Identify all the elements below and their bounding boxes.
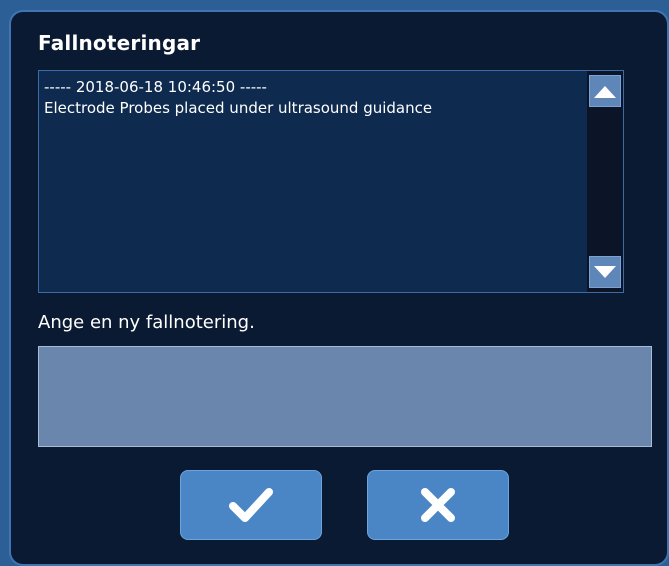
case-notes-dialog: Fallnoteringar ----- 2018-06-18 10:46:50… [9, 10, 669, 566]
notes-scrollbar[interactable] [587, 71, 623, 292]
notes-history-text: ----- 2018-06-18 10:46:50 ----- Electrod… [44, 77, 583, 119]
scroll-down-button[interactable] [589, 256, 621, 288]
confirm-button[interactable] [180, 470, 322, 540]
triangle-up-icon [594, 86, 616, 98]
cancel-button[interactable] [367, 470, 509, 540]
close-x-icon [421, 488, 455, 522]
new-note-prompt-label: Ange en ny fallnotering. [38, 312, 255, 333]
checkmark-icon [229, 488, 273, 522]
note-timestamp-line: ----- 2018-06-18 10:46:50 ----- [44, 78, 267, 96]
note-content-line: Electrode Probes placed under ultrasound… [44, 99, 433, 117]
dialog-title: Fallnoteringar [38, 31, 201, 55]
triangle-down-icon [594, 266, 616, 278]
notes-history-box[interactable]: ----- 2018-06-18 10:46:50 ----- Electrod… [38, 70, 624, 293]
new-note-input[interactable] [38, 346, 652, 447]
scroll-up-button[interactable] [589, 75, 621, 107]
